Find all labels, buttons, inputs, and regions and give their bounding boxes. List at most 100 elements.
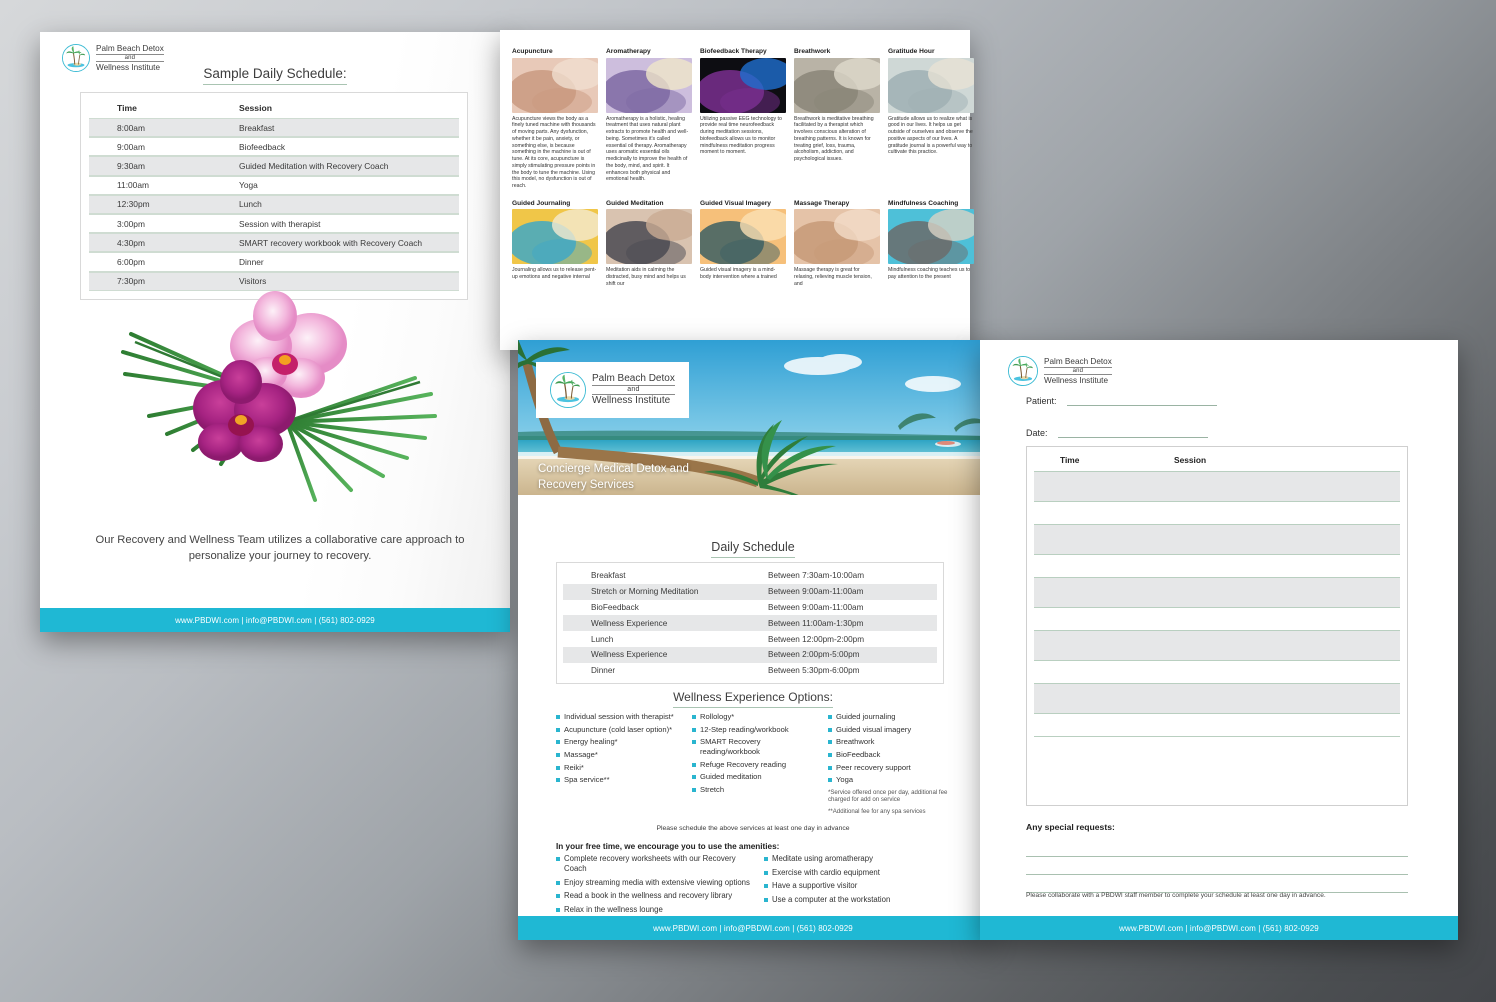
journal-writing-photo (512, 209, 598, 265)
blank-schedule-gap[interactable] (1034, 661, 1400, 683)
cell-time: 4:30pm (117, 237, 145, 248)
brand-line-3: Wellness Institute (592, 395, 671, 407)
blank-schedule-gap[interactable] (1034, 502, 1400, 524)
patient-label: Patient: (1026, 396, 1057, 406)
blank-schedule-gap[interactable] (1034, 714, 1400, 736)
cell-activity: Breakfast (591, 571, 626, 581)
list-item: Rollology* (692, 712, 820, 721)
footer-contact-text: www.PBDWI.com | info@PBDWI.com | (561) 8… (1119, 923, 1319, 933)
list-item-label: Individual session with therapist* (564, 712, 674, 721)
back-massage-photo (794, 209, 880, 265)
square-bullet-icon (556, 894, 560, 899)
cell-time-range: Between 12:00pm-2:00pm (768, 634, 865, 644)
list-item: Yoga (828, 775, 956, 784)
table-row: Wellness Experience Between 2:00pm-5:00pm (563, 646, 937, 663)
cell-time: 9:00am (117, 141, 145, 152)
square-bullet-icon (828, 778, 832, 783)
page-title-text: Sample Daily Schedule: (203, 66, 347, 85)
blank-schedule-row[interactable] (1034, 577, 1400, 608)
group-meditation-photo (606, 209, 692, 265)
blank-schedule-row[interactable] (1034, 524, 1400, 555)
cell-session: Dinner (239, 256, 264, 267)
list-item-label: Massage* (564, 750, 598, 760)
cell-time-range: Between 5:30pm-6:00pm (768, 666, 860, 676)
date-field[interactable]: Date: (1026, 428, 1208, 438)
page-therapy-descriptions: Acupuncture Acupuncture views the body as… (500, 30, 974, 350)
brand-line-1: Palm Beach Detox (96, 44, 164, 53)
column-header-session: Session (239, 103, 272, 113)
table-row: 3:00pm Session with therapist (89, 213, 459, 234)
brand-line-2: and (96, 53, 164, 63)
therapy-card: Aromatherapy Aromatherapy is a holistic, … (606, 48, 692, 190)
palm-tree-logo-icon (550, 372, 586, 408)
list-item: Use a computer at the workstation (764, 895, 966, 905)
list-item: Reiki* (556, 763, 684, 772)
list-item: Guided meditation (692, 772, 820, 781)
date-input-line[interactable] (1057, 428, 1208, 438)
cell-time: 6:00pm (117, 256, 145, 267)
square-bullet-icon (828, 765, 832, 770)
brand-line-1: Palm Beach Detox (592, 373, 675, 385)
patient-input-line[interactable] (1066, 396, 1217, 406)
table-row: 6:00pm Dinner (89, 252, 459, 272)
brand-line-2: and (1044, 366, 1112, 376)
square-bullet-icon (556, 907, 560, 912)
square-bullet-icon (764, 870, 768, 875)
list-item: Have a supportive visitor (764, 881, 966, 891)
arms-raised-beach-photo (888, 57, 974, 113)
date-label: Date: (1026, 428, 1048, 438)
sunset-dock-photo (700, 209, 786, 265)
square-bullet-icon (556, 857, 560, 861)
page-title: Sample Daily Schedule: (40, 66, 510, 85)
therapy-card: Breathwork Breathwork is meditative breat… (794, 48, 880, 190)
therapy-card: Mindfulness Coaching Mindfulness coaching… (888, 200, 974, 288)
special-requests-line-2[interactable] (1026, 874, 1408, 875)
list-item-label: Enjoy streaming media with extensive vie… (564, 877, 750, 887)
cell-session: Guided Meditation with Recovery Coach (239, 160, 389, 171)
blank-rows-container[interactable] (1034, 471, 1400, 737)
list-item: Energy healing* (556, 737, 684, 746)
brain-scan-photo (700, 57, 786, 113)
table-row: BioFeedback Between 9:00am-11:00am (563, 600, 937, 616)
blank-schedule-gap[interactable] (1034, 555, 1400, 577)
square-bullet-icon (828, 753, 832, 758)
therapy-description: Acupuncture views the body as a finely t… (512, 115, 596, 190)
list-item-label: BioFeedback (836, 750, 881, 760)
options-footnote-2: **Additional fee for any spa services (828, 808, 926, 816)
blank-schedule-row[interactable] (1034, 471, 1400, 502)
list-item: Stretch (692, 785, 820, 794)
blank-schedule-table[interactable]: Time Session (1026, 446, 1408, 806)
blank-schedule-row[interactable] (1034, 683, 1400, 714)
therapy-grid-row-2: Guided Journaling Journaling allows us to… (512, 200, 974, 288)
beach-meditation-photo (794, 57, 880, 113)
therapy-description: Mindfulness coaching teaches us to pay a… (888, 267, 971, 280)
list-item-label: Peer recovery support (836, 762, 911, 772)
blank-schedule-gap[interactable] (1034, 608, 1400, 630)
list-item: BioFeedback (828, 750, 956, 759)
therapy-description: Journaling allows us to release pent-up … (512, 267, 597, 280)
cell-activity: Stretch or Morning Meditation (591, 587, 699, 597)
square-bullet-icon (556, 753, 560, 758)
cell-time-range: Between 11:00am-1:30pm (768, 618, 864, 628)
list-item-label: 12-Step reading/workbook (700, 724, 789, 734)
column-header-time: Time (1060, 455, 1080, 465)
brand-line-2: and (592, 385, 675, 395)
list-item-label: SMART Recovery reading/workbook (700, 737, 761, 756)
patient-field[interactable]: Patient: (1026, 396, 1217, 406)
therapy-description: Breathwork is meditative breathing facil… (794, 115, 874, 163)
square-bullet-icon (692, 787, 696, 792)
square-bullet-icon (692, 740, 696, 745)
list-item: SMART Recovery reading/workbook (692, 737, 820, 756)
list-item: 12-Step reading/workbook (692, 725, 820, 734)
square-bullet-icon (828, 727, 832, 732)
wellness-options-columns: Individual session with therapist* Acupun… (556, 712, 958, 816)
square-bullet-icon (828, 740, 832, 745)
brand-logo: Palm Beach Detox and Wellness Institute (1008, 356, 1112, 386)
list-item: Meditate using aromatherapy (764, 854, 966, 864)
special-requests-line-1[interactable] (1026, 856, 1408, 857)
therapy-description: Massage therapy is great for relaxing, r… (794, 267, 872, 287)
cell-session: SMART recovery workbook with Recovery Co… (239, 237, 423, 248)
table-row: 4:30pm SMART recovery workbook with Recov… (89, 233, 459, 253)
square-bullet-icon (692, 715, 696, 719)
blank-schedule-row[interactable] (1034, 630, 1400, 661)
